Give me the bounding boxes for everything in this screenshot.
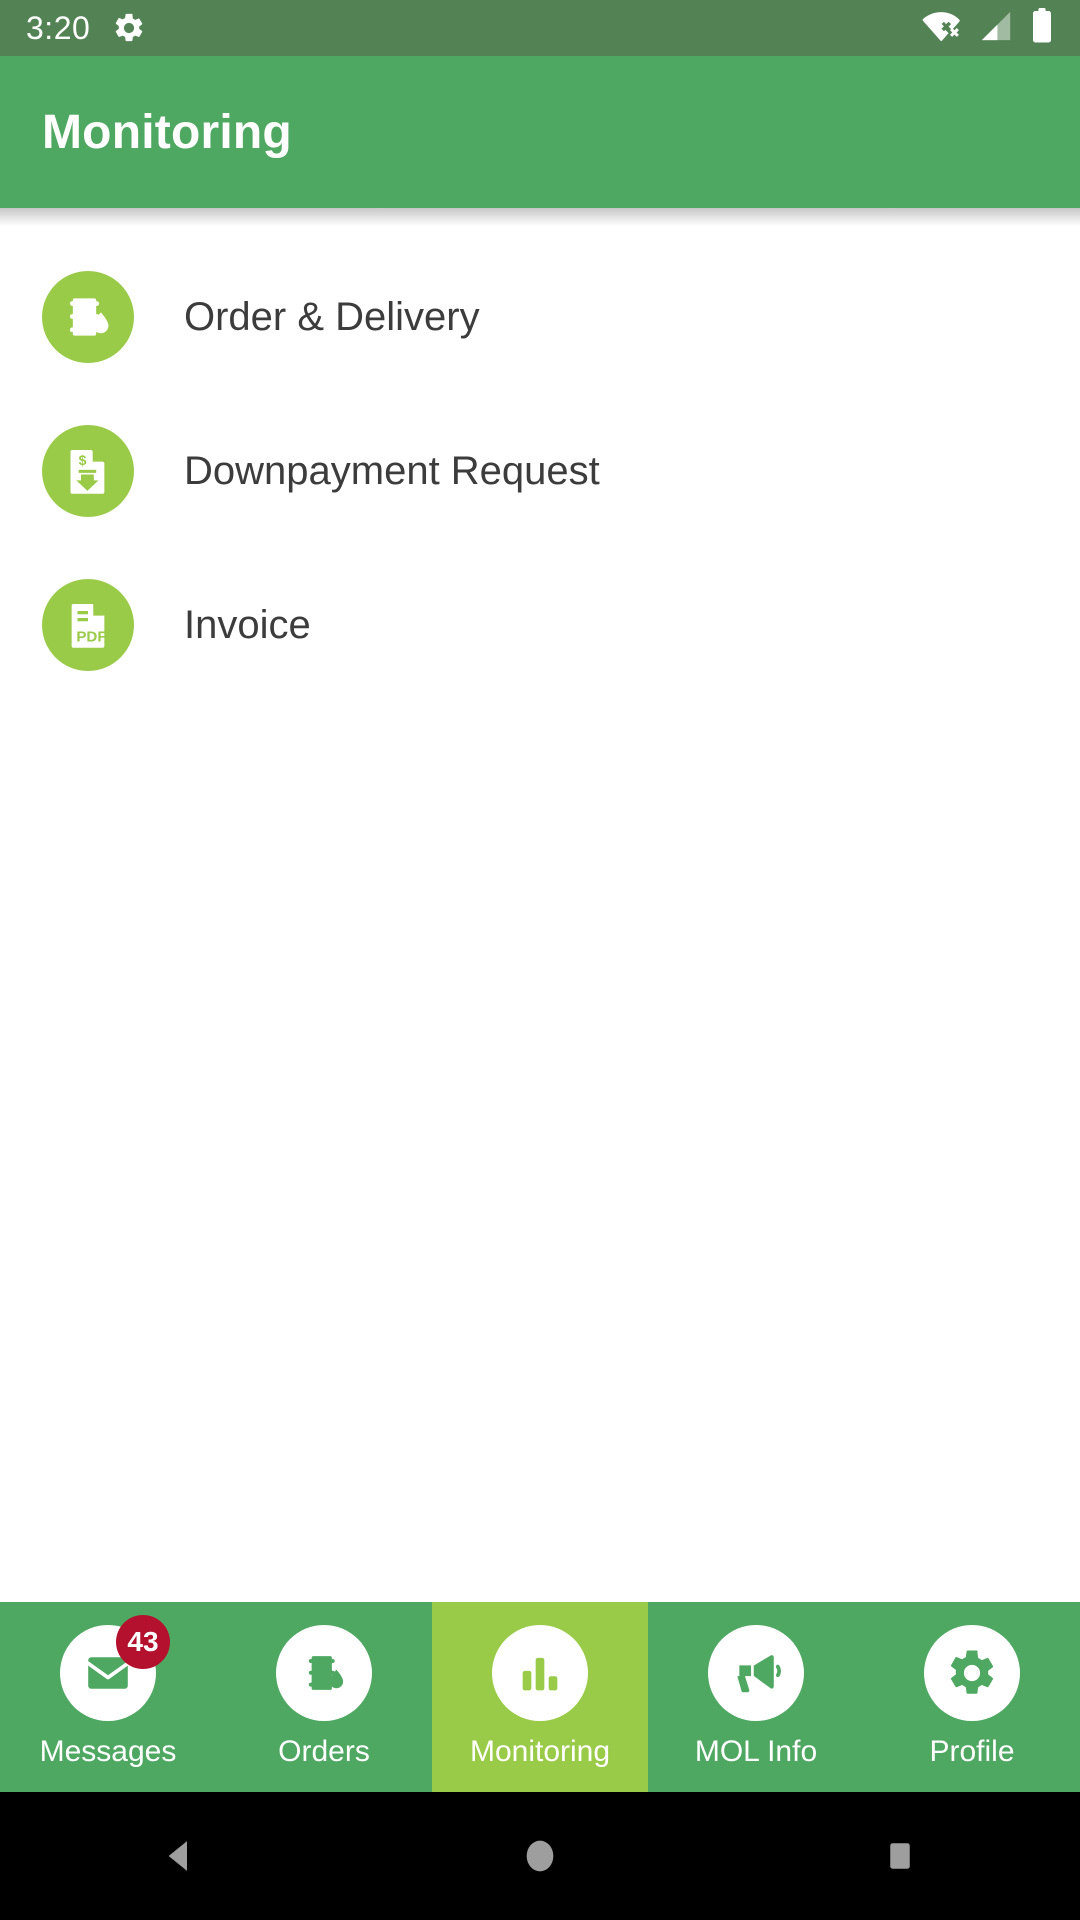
list-item-downpayment-request[interactable]: $ Downpayment Request: [0, 394, 1080, 548]
list-item-invoice[interactable]: PDF Invoice: [0, 548, 1080, 702]
nav-item-orders[interactable]: Orders: [216, 1602, 432, 1792]
app-screen: 3:20 Monitoring Order & Delivery $ Downp…: [0, 0, 1080, 1920]
gear-icon: [924, 1625, 1020, 1721]
messages-badge: 43: [116, 1615, 170, 1669]
cellular-signal-icon: [978, 9, 1014, 48]
nav-item-label: Orders: [278, 1735, 370, 1768]
nav-item-mol-info[interactable]: MOL Info: [648, 1602, 864, 1792]
status-bar-clock: 3:20: [26, 9, 91, 46]
pdf-document-icon: PDF: [42, 579, 134, 671]
back-button[interactable]: [90, 1792, 270, 1920]
nav-item-profile[interactable]: Profile: [864, 1602, 1080, 1792]
list-item-order-delivery[interactable]: Order & Delivery: [0, 240, 1080, 394]
svg-text:$: $: [79, 452, 87, 468]
nav-item-label: Messages: [39, 1735, 177, 1768]
svg-text:PDF: PDF: [76, 628, 106, 645]
battery-full-icon: [1030, 7, 1054, 49]
oil-barrel-drop-icon: [276, 1625, 372, 1721]
page-title: Monitoring: [42, 105, 292, 159]
nav-item-label: MOL Info: [694, 1735, 818, 1768]
status-bar-indicators: [922, 7, 1054, 49]
document-dollar-down-arrow-icon: $: [42, 425, 134, 517]
list-item-label: Order & Delivery: [184, 294, 480, 339]
status-bar: 3:20: [0, 0, 1080, 56]
list-item-label: Invoice: [184, 602, 311, 647]
recents-button[interactable]: [810, 1792, 990, 1920]
bottom-navigation-bar: 43 Messages Orders Monitoring MOL Info P…: [0, 1602, 1080, 1792]
oil-barrel-drop-icon: [42, 271, 134, 363]
app-bar: Monitoring: [0, 56, 1080, 226]
megaphone-icon: [708, 1625, 804, 1721]
envelope-icon: 43: [60, 1615, 170, 1721]
nav-item-messages[interactable]: 43 Messages: [0, 1602, 216, 1792]
home-button[interactable]: [450, 1792, 630, 1920]
nav-item-label: Monitoring: [469, 1735, 611, 1768]
nav-item-monitoring[interactable]: Monitoring: [432, 1602, 648, 1792]
android-system-navigation: [0, 1792, 1080, 1920]
bar-chart-icon: [492, 1625, 588, 1721]
nav-item-label: Profile: [929, 1735, 1015, 1768]
wifi-off-icon: [922, 9, 962, 48]
gear-icon: [112, 11, 146, 45]
monitoring-menu-list: Order & Delivery $ Downpayment Request P…: [0, 208, 1080, 1602]
list-item-label: Downpayment Request: [184, 448, 600, 493]
